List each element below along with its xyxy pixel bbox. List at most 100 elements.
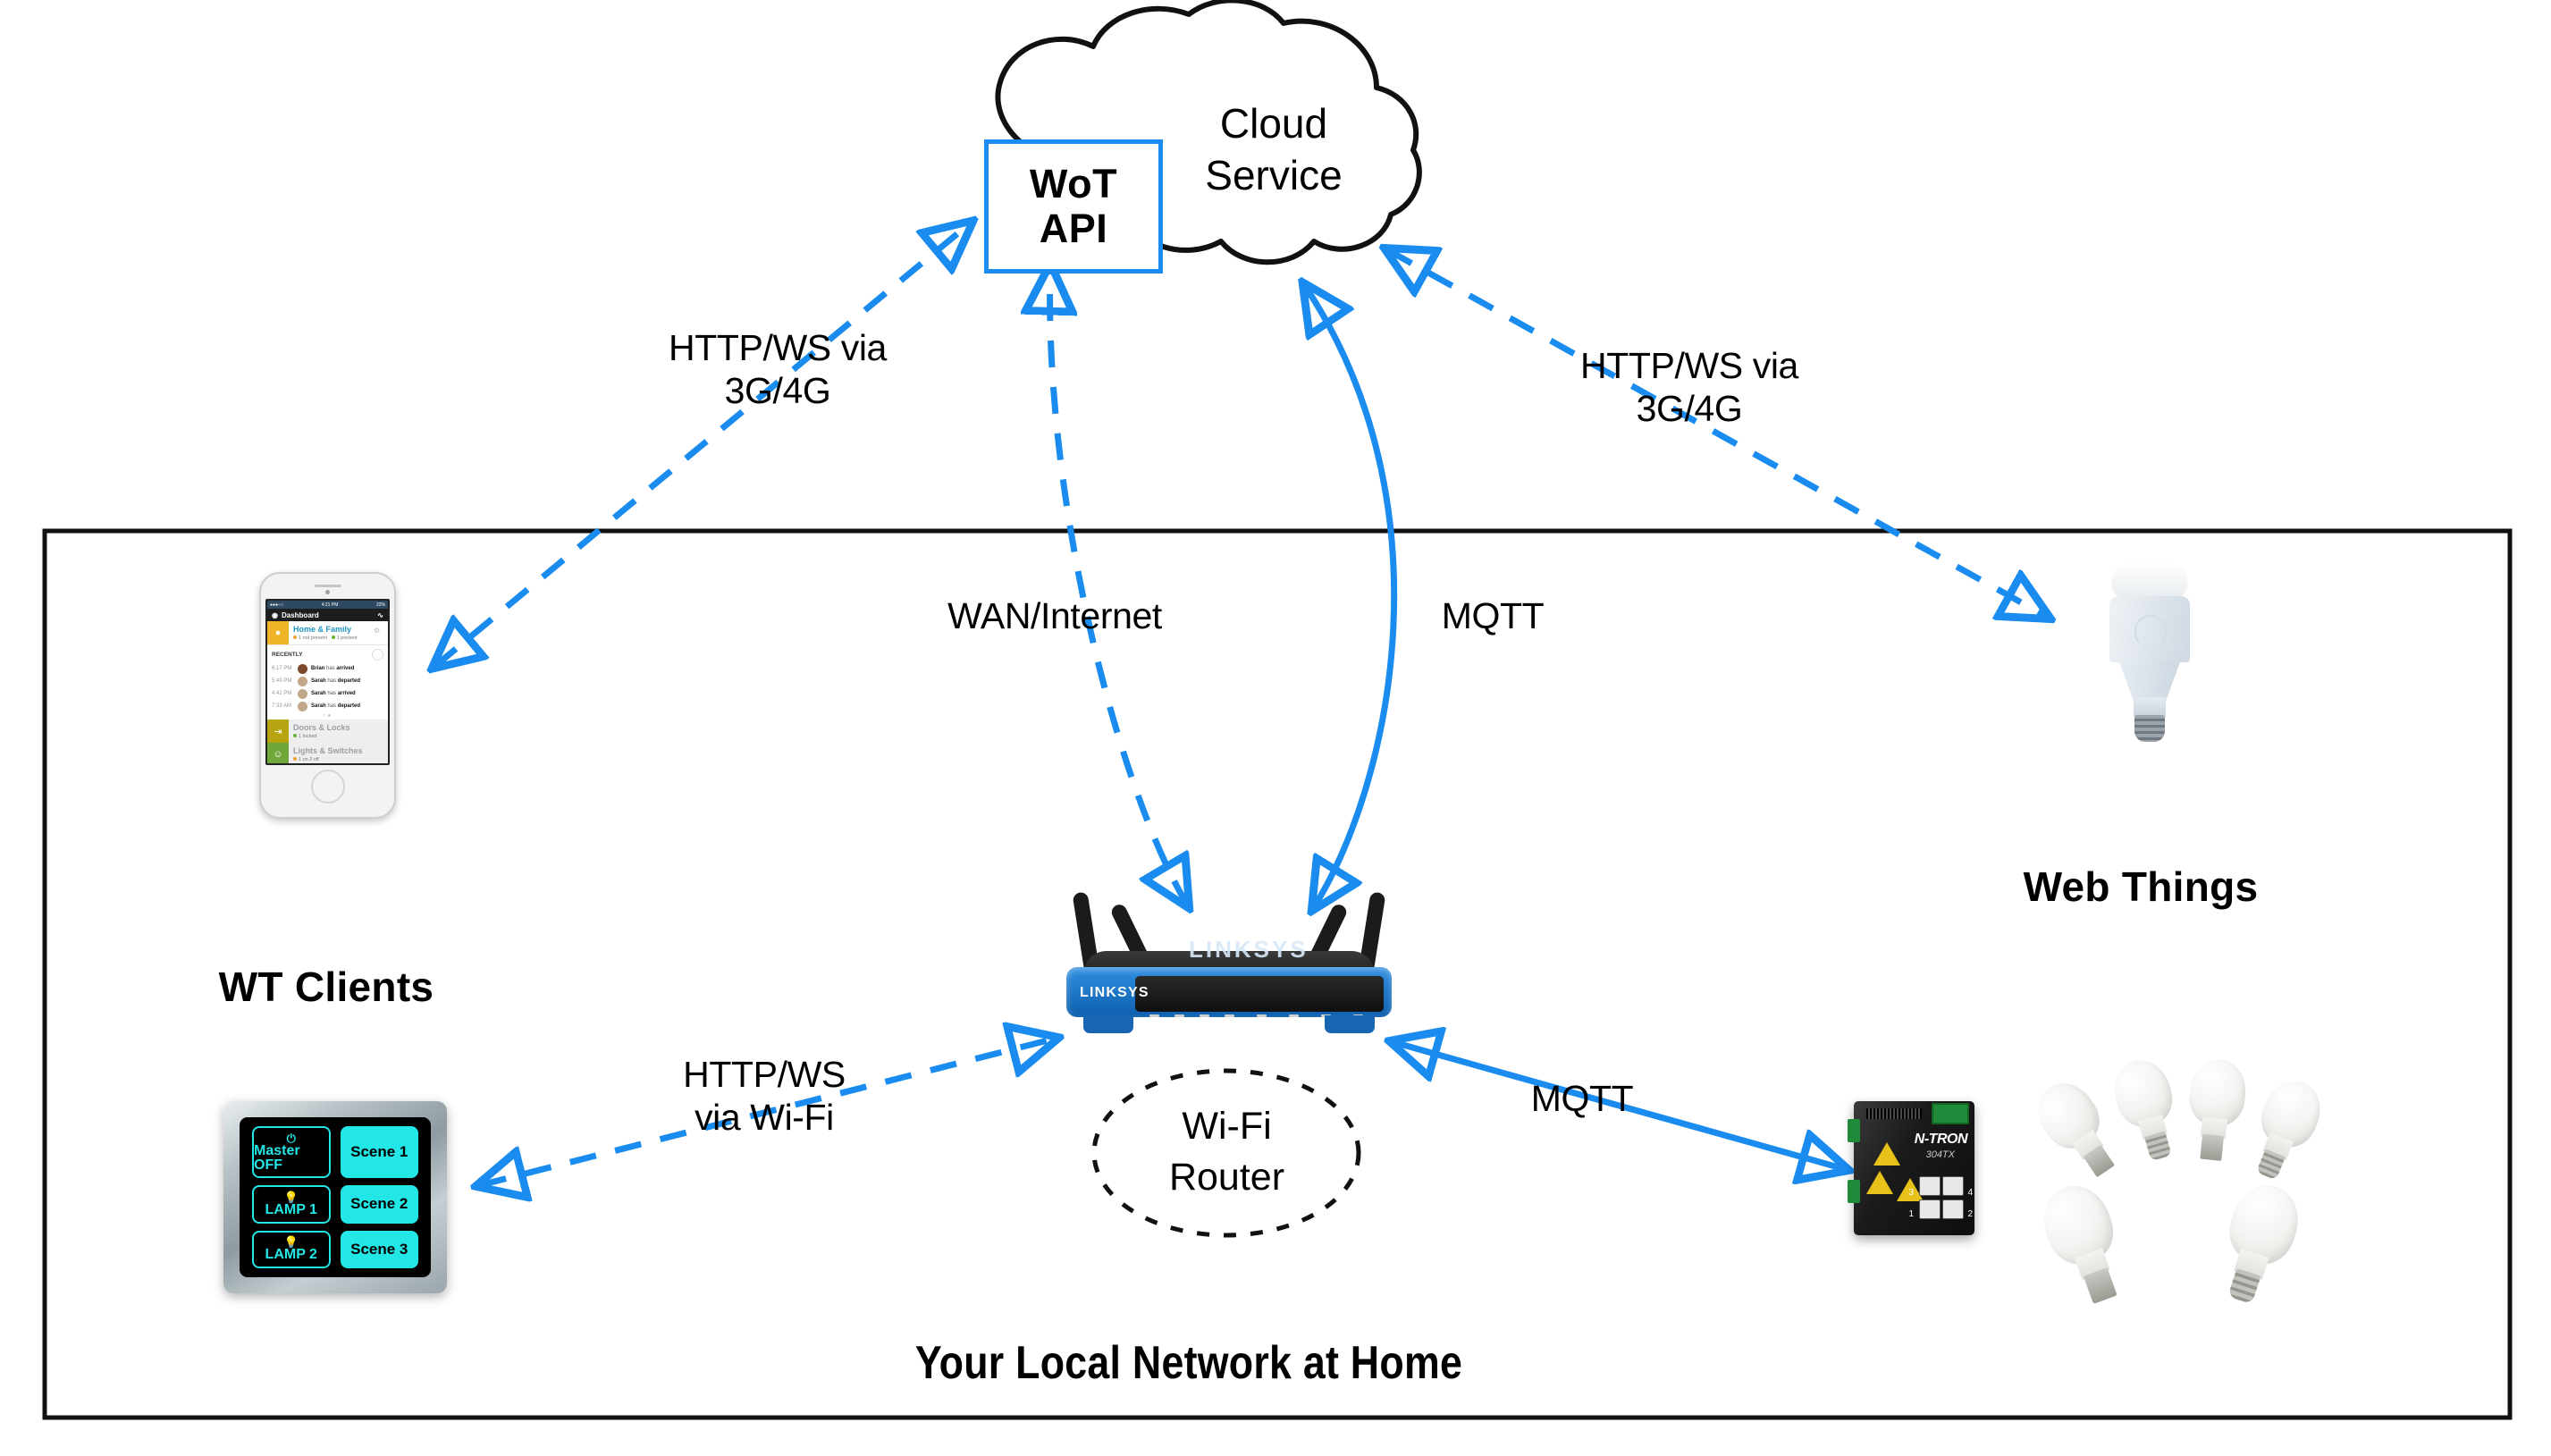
event-action: has	[324, 666, 337, 671]
event-text: Brian has arrived	[311, 666, 354, 671]
phone-nav-title: Dashboard	[281, 610, 319, 619]
event-text: Sarah has departed	[311, 678, 360, 684]
status-dot-green	[293, 734, 297, 737]
phone-card-lights-switches[interactable]: ☺ Lights & Switches 1 on 2 off	[267, 743, 388, 763]
power-icon: ⏻	[286, 1131, 296, 1145]
event-state: departed	[337, 678, 361, 684]
wifi-router-device[interactable]: LINKSYS LINKSYS	[1064, 891, 1394, 1037]
wifi-router-label: Wi-Fi Router	[1168, 1105, 1285, 1199]
switch-port[interactable]	[1942, 1199, 1964, 1219]
event-time: 7:33 AM	[272, 703, 292, 709]
touch-panel-screen[interactable]: ⏻ Master OFF Scene 1 💡 LAMP 1 Scene 2 💡 …	[240, 1117, 431, 1277]
phone-recently-label: RECENTLY	[272, 652, 303, 658]
status-dot-orange	[293, 635, 297, 639]
avatar	[298, 688, 307, 699]
warning-triangle-icon	[1873, 1142, 1900, 1166]
switch-port[interactable]	[1919, 1176, 1941, 1196]
phone-screen[interactable]: ●●●○○ 4:21 PM 22% ◉ Dashboard ∿ ● Home &…	[265, 599, 390, 765]
event-time: 4:42 PM	[272, 691, 292, 696]
label-mqtt-switch: MQTT	[1530, 1078, 1634, 1119]
phone-card-sub-a: 1 on 2 off	[299, 757, 319, 762]
phone-card-sub-a: 1 locked	[299, 734, 317, 739]
panel-button-label: Master OFF	[254, 1142, 300, 1173]
panel-button-scene-3[interactable]: Scene 3	[340, 1230, 418, 1268]
panel-button-label: LAMP 2	[265, 1247, 317, 1263]
bulb-cone	[2118, 660, 2181, 701]
label-panel-router-protocol: HTTP/WS via Wi-Fi	[683, 1054, 846, 1139]
led-bulb	[2208, 1176, 2308, 1313]
switch-port-number: 3	[1908, 1188, 1914, 1198]
list-item: 4:42 PM Sarah has arrived	[267, 687, 388, 700]
list-item: 5:49 PM Sarah has departed	[267, 675, 388, 687]
switch-port[interactable]	[1942, 1176, 1964, 1196]
label-mqtt-cloud: MQTT	[1441, 595, 1545, 636]
ntron-switch-body: N-TRON 304TX 3 4 1 2	[1848, 1101, 1974, 1235]
pagination-dots[interactable]: ○●	[267, 712, 388, 720]
label-wan-internet: WAN/Internet	[947, 595, 1162, 636]
event-action: has	[325, 703, 338, 709]
avatar	[298, 663, 307, 674]
panel-button-label: Scene 1	[350, 1143, 408, 1161]
bulb-screw-cap	[2144, 1131, 2172, 1162]
status-dot-orange	[293, 757, 297, 761]
event-who: Sarah	[311, 703, 326, 709]
switch-port[interactable]	[1919, 1199, 1941, 1219]
panel-button-scene-2[interactable]: Scene 2	[340, 1185, 418, 1224]
phone-menu-icon[interactable]: ◉	[272, 611, 278, 619]
panel-button-master-off[interactable]: ⏻ Master OFF	[252, 1126, 331, 1179]
led-bulb	[2033, 1176, 2136, 1313]
phone-earpiece-icon	[314, 585, 341, 587]
router-led	[1149, 1014, 1159, 1017]
arrow-mqtt-cloud-router	[1305, 286, 1398, 907]
event-text: Sarah has arrived	[311, 691, 356, 696]
panel-button-scene-1[interactable]: Scene 1	[340, 1126, 418, 1179]
wot-api-box[interactable]: WoT API	[984, 139, 1163, 274]
avatar	[298, 701, 307, 711]
panel-button-lamp-1[interactable]: 💡 LAMP 1	[252, 1185, 331, 1224]
cloud-service-label: Cloud Service	[1205, 100, 1343, 198]
bulb-screw-cap	[2227, 1267, 2261, 1305]
industrial-switch-device[interactable]: N-TRON 304TX 3 4 1 2	[1848, 1101, 1974, 1235]
smartphone-device[interactable]: ●●●○○ 4:21 PM 22% ◉ Dashboard ∿ ● Home &…	[259, 572, 396, 819]
gear-icon[interactable]: ⚙	[374, 621, 388, 644]
wot-api-line2: API	[1039, 206, 1108, 251]
wall-touch-panel-device[interactable]: ⏻ Master OFF Scene 1 💡 LAMP 1 Scene 2 💡 …	[223, 1101, 447, 1293]
phone-carrier: ●●●○○	[270, 602, 284, 608]
expand-icon[interactable]	[372, 649, 383, 661]
router-brand-top: LINKSYS	[1189, 936, 1309, 963]
switch-port-group[interactable]	[1919, 1176, 1964, 1219]
event-state: arrived	[336, 666, 355, 671]
bulb-diffuser	[2113, 563, 2186, 599]
panel-button-label: LAMP 1	[265, 1201, 317, 1217]
warning-triangle-icon	[1866, 1171, 1893, 1194]
phone-card-home-family[interactable]: ● Home & Family 1 not present 1 present …	[267, 621, 388, 644]
router-port-panel	[1135, 976, 1384, 1012]
panel-button-label: Scene 2	[350, 1195, 408, 1213]
phone-camera-icon	[325, 590, 330, 594]
touch-panel-bezel: ⏻ Master OFF Scene 1 💡 LAMP 1 Scene 2 💡 …	[223, 1101, 447, 1293]
switch-power-terminal	[1932, 1103, 1969, 1124]
led-bulb	[2240, 1072, 2330, 1189]
arrow-router-cloud	[1050, 268, 1187, 905]
panel-button-lamp-2[interactable]: 💡 LAMP 2	[252, 1230, 331, 1268]
label-phone-cloud-protocol: HTTP/WS via 3G/4G	[669, 327, 887, 412]
smart-bulb-device[interactable]	[2101, 563, 2199, 742]
phone-home-button[interactable]	[310, 770, 345, 804]
switch-port-number: 2	[1967, 1209, 1973, 1219]
phone-card-title: Doors & Locks	[293, 723, 350, 732]
router-foot	[1325, 1015, 1375, 1033]
arrow-thing-cloud	[1388, 250, 2047, 617]
list-item: 7:33 AM Sarah has departed	[267, 700, 388, 712]
phone-card-sub-b: 1 present	[336, 635, 358, 641]
led-bulb-cluster[interactable]	[2026, 1053, 2342, 1305]
event-time: 6:17 PM	[272, 666, 292, 671]
phone-card-doors-locks[interactable]: ⇥ Doors & Locks 1 locked	[267, 720, 388, 743]
switch-port-number: 4	[1967, 1188, 1973, 1198]
phone-activity-icon[interactable]: ∿	[377, 611, 383, 619]
event-action: has	[325, 678, 338, 684]
phone-card-sub: 1 not present 1 present	[293, 635, 369, 641]
led-bulb	[2183, 1056, 2249, 1165]
wot-api-line1: WoT	[1029, 160, 1118, 206]
switch-port-number: 1	[1908, 1209, 1914, 1219]
event-who: Sarah	[311, 691, 326, 696]
